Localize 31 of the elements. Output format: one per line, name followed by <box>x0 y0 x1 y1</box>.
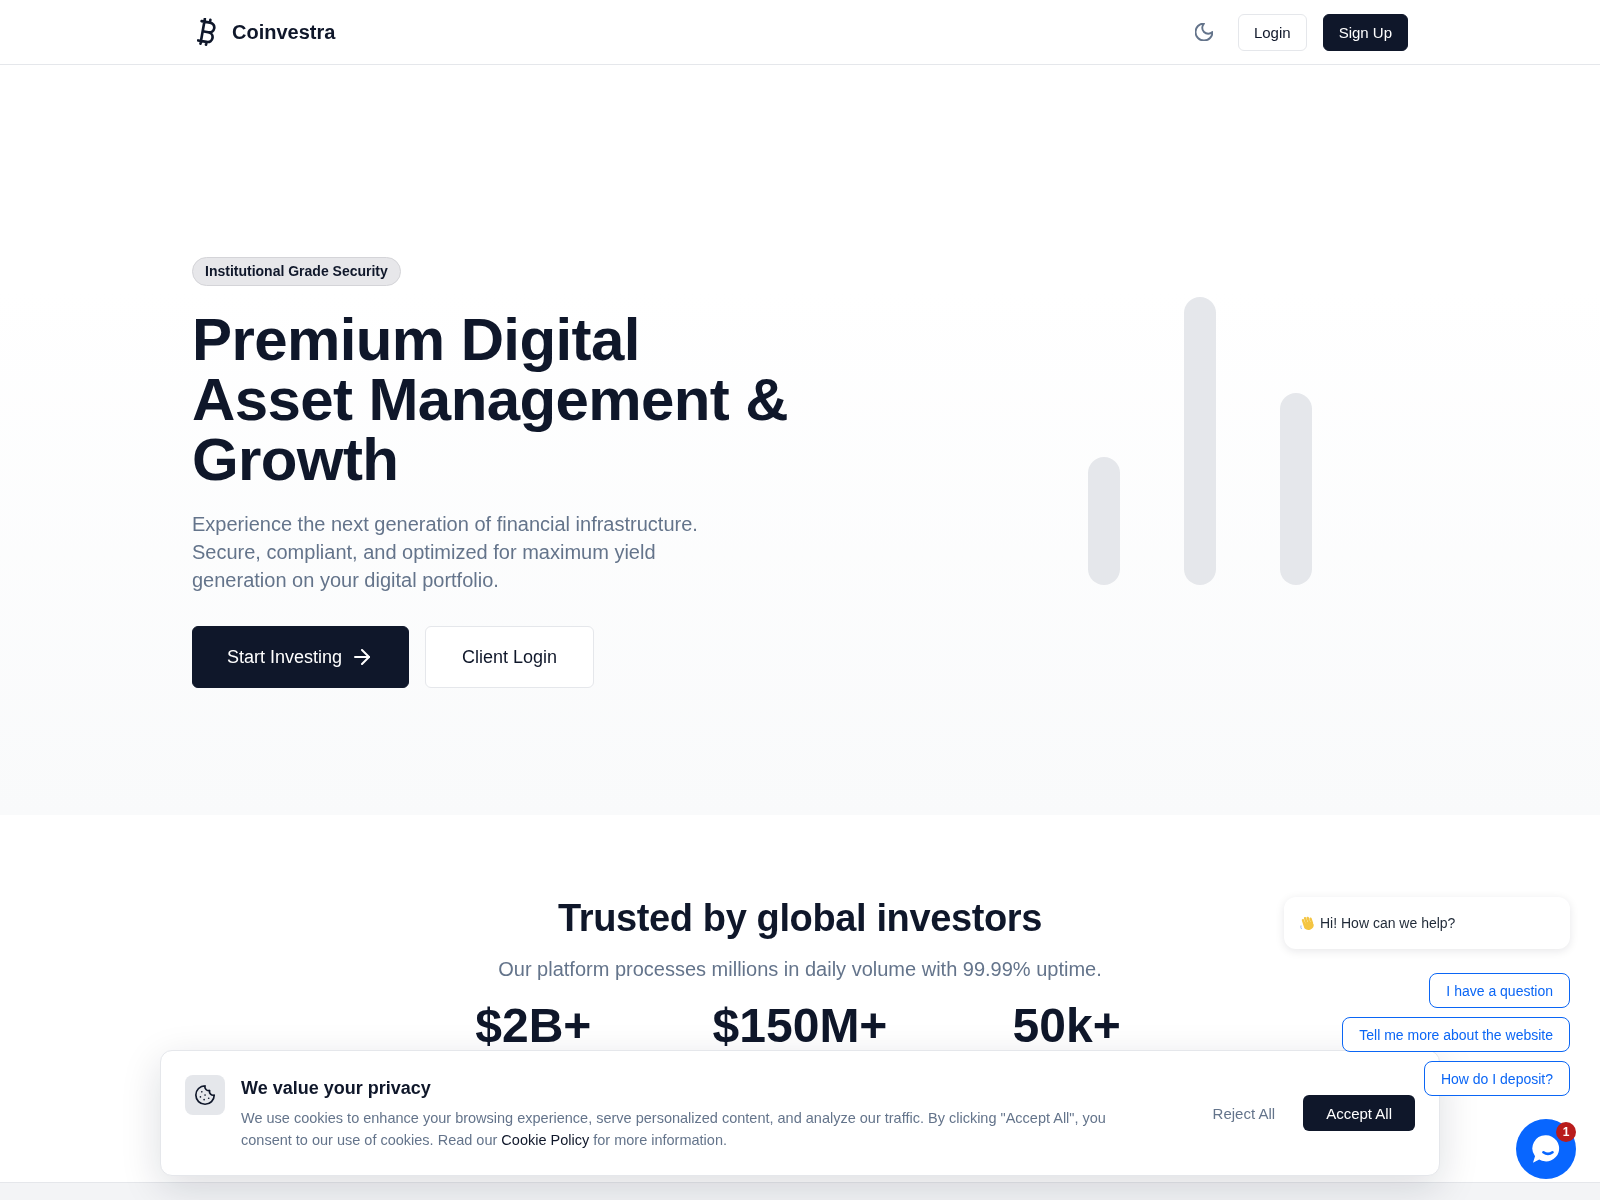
hero-description: Experience the next generation of financial infrastructure. Secure, compliant, and optimized for maximum yield generation on your digital portfolio. <box>192 512 699 593</box>
nav-button[interactable]: Login <box>1237 13 1307 51</box>
cookie-action-button[interactable]: Accept All <box>1303 1095 1415 1131</box>
waving-hand-icon <box>1300 915 1316 931</box>
hero-button[interactable]: Start Investing <box>192 626 410 688</box>
quick-reply-button[interactable]: I have a question <box>1429 973 1570 1008</box>
chat-bubble-icon <box>1531 1134 1561 1164</box>
hero-heading: Premium Digital Asset Management & Growth <box>192 310 790 490</box>
stat-value: $150M+ <box>712 1006 888 1046</box>
arrow-right-icon <box>354 649 371 665</box>
stat-value: $2B+ <box>475 1006 592 1046</box>
brand-name: Coinvestra <box>232 20 336 44</box>
stat-value: 50k+ <box>1012 1006 1121 1046</box>
hero-button[interactable]: Client Login <box>425 626 595 688</box>
chat-launcher-button[interactable]: 1 <box>1516 1119 1576 1179</box>
hero-badge: Institutional Grade Security <box>192 257 401 286</box>
cookie-title: We value your privacy <box>241 1077 431 1100</box>
quick-reply-button[interactable]: Tell me more about the website <box>1342 1017 1570 1052</box>
quick-reply-button[interactable]: How do I deposit? <box>1423 1061 1570 1096</box>
nav-button[interactable]: Sign Up <box>1322 13 1408 51</box>
theme-toggle-button[interactable] <box>1194 23 1213 41</box>
unread-badge: 1 <box>1556 1122 1576 1142</box>
section-heading: Trusted by global investors <box>558 896 1042 941</box>
cookie-icon <box>185 1075 225 1115</box>
moon-icon <box>1194 23 1213 41</box>
bitcoin-icon <box>197 18 218 46</box>
chat-greeting-text: Hi! How can we help? <box>1320 915 1456 931</box>
cookie-notice-text: We use cookies to enhance your browsing experience, serve personalized content, and analyze our traffic. By clicking "Accept All", you consent to our use of cookies. Read our Cookie Policy for more information. <box>241 1109 1107 1150</box>
cookie-action-button[interactable]: Reject All <box>1212 1104 1276 1122</box>
section-subtitle: Our platform processes millions in daily volume with 99.99% uptime. <box>498 957 1102 982</box>
cookie-policy-link[interactable]: Cookie Policy <box>501 1132 590 1148</box>
